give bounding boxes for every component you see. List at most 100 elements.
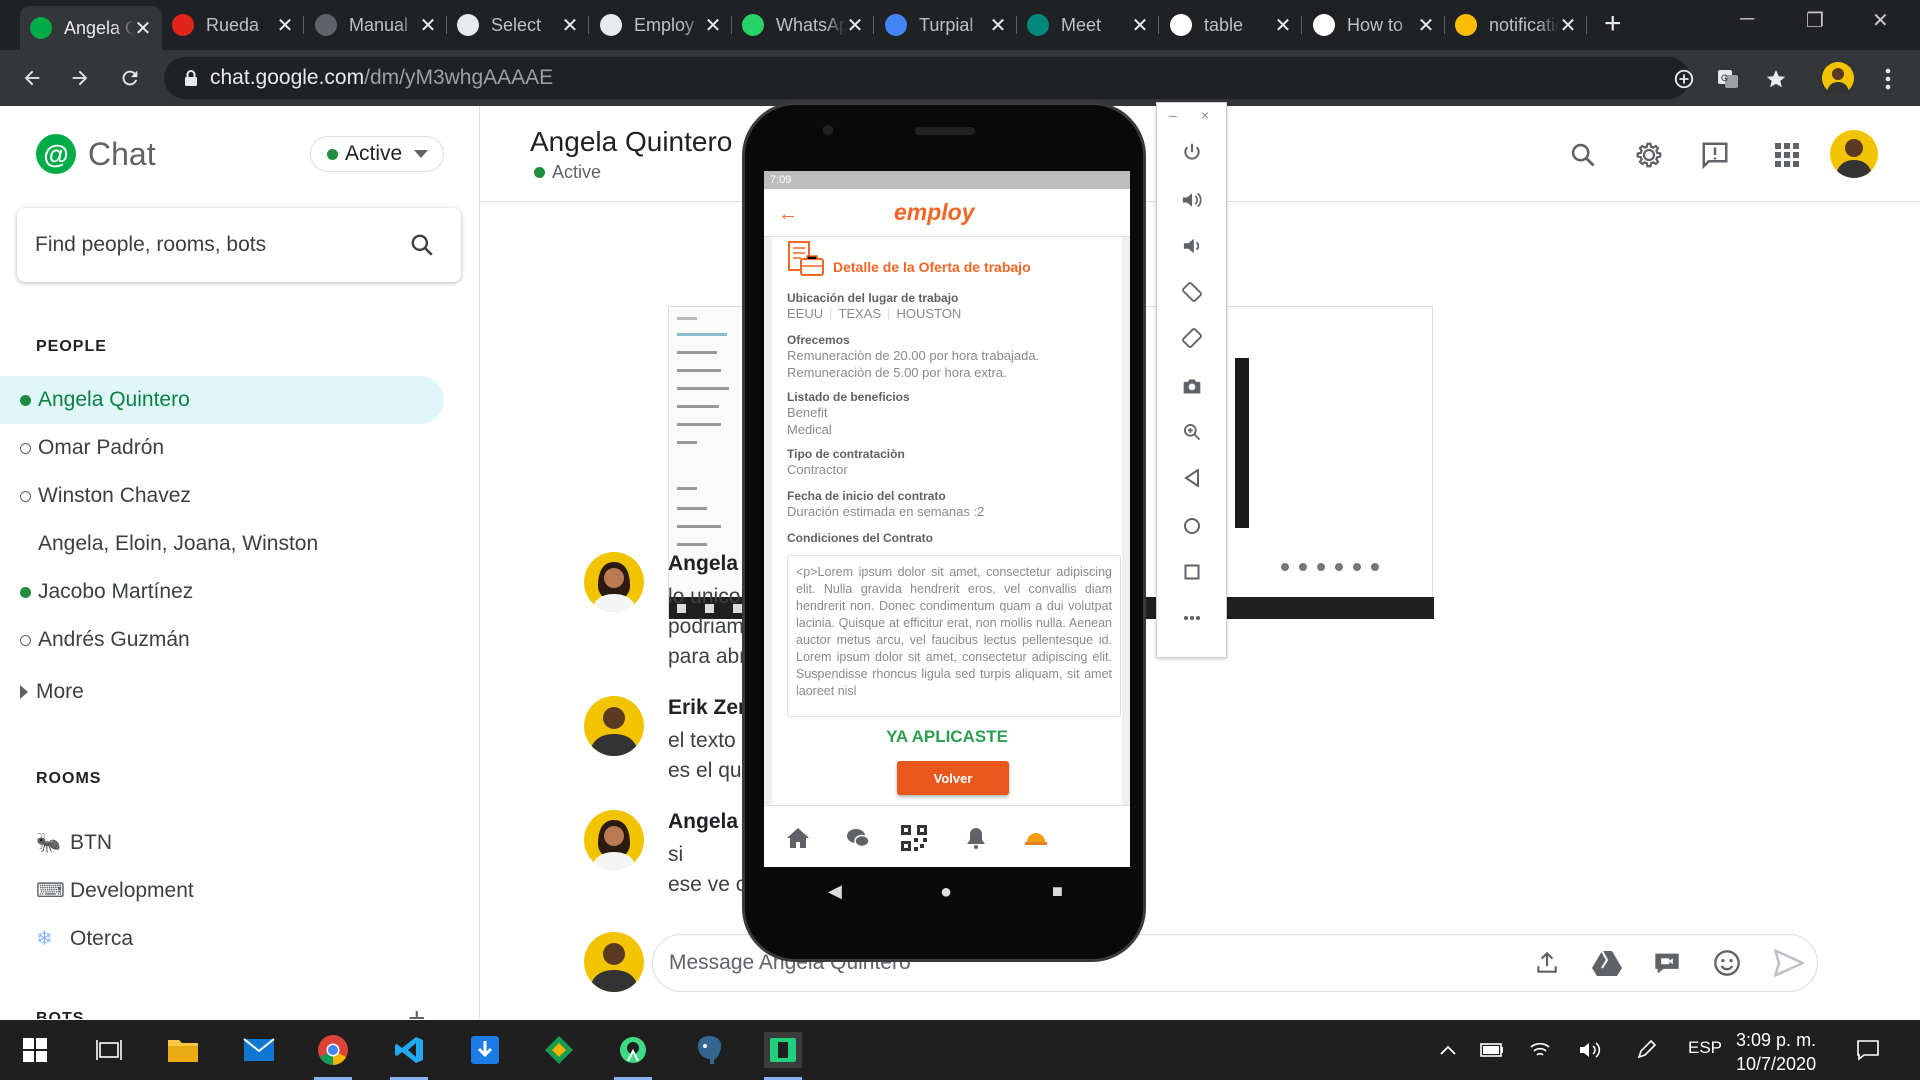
speaker-icon[interactable] <box>1578 1038 1602 1062</box>
feedback-icon[interactable] <box>1698 138 1732 172</box>
close-tab-icon[interactable]: ✕ <box>561 13 579 38</box>
mail-icon[interactable] <box>240 1032 278 1068</box>
sidebar-person[interactable]: Andrés Guzmán <box>0 616 444 664</box>
search-icon[interactable] <box>409 232 435 258</box>
git-kraken-icon[interactable] <box>540 1032 578 1068</box>
install-app-icon[interactable] <box>1670 65 1698 93</box>
wifi-icon[interactable] <box>1528 1038 1552 1062</box>
browser-tab[interactable]: How to ✕ <box>1303 8 1445 42</box>
sidebar-person[interactable]: Winston Chavez <box>0 472 444 520</box>
sidebar-room[interactable]: 🐜 BTN <box>36 830 112 855</box>
more-dots-icon[interactable] <box>1179 605 1205 631</box>
sender-avatar[interactable] <box>584 696 644 756</box>
close-tab-icon[interactable]: ✕ <box>704 13 722 38</box>
task-view-icon[interactable] <box>90 1032 128 1068</box>
android-home-icon[interactable]: ● <box>940 881 952 904</box>
browser-tab[interactable]: Select ✕ <box>447 8 589 42</box>
browser-tab[interactable]: Manual ✕ <box>305 8 447 42</box>
emulator-minimize-icon[interactable]: – <box>1169 107 1177 123</box>
browser-menu-icon[interactable] <box>1874 65 1902 93</box>
camera-icon[interactable] <box>1179 373 1205 399</box>
close-window-button[interactable]: ✕ <box>1872 8 1889 33</box>
close-tab-icon[interactable]: ✕ <box>846 13 864 38</box>
minimize-button[interactable]: ─ <box>1740 8 1754 31</box>
profile-avatar[interactable] <box>1822 62 1854 94</box>
close-tab-icon[interactable]: ✕ <box>134 16 152 41</box>
system-clock[interactable]: 3:09 p. m. 10/7/2020 <box>1736 1028 1816 1076</box>
sidebar-person[interactable]: Angela, Eloin, Joana, Winston <box>0 520 444 568</box>
gear-icon[interactable] <box>1632 138 1666 172</box>
notifications-icon[interactable] <box>1856 1038 1880 1062</box>
android-studio-icon[interactable] <box>614 1032 652 1080</box>
android-back-icon[interactable]: ◀ <box>828 881 842 902</box>
restore-button[interactable]: ❐ <box>1806 8 1824 33</box>
bookmark-star-icon[interactable] <box>1762 65 1790 93</box>
close-tab-icon[interactable]: ✕ <box>1274 13 1292 38</box>
overview-square-icon[interactable] <box>1179 559 1205 585</box>
home-icon[interactable] <box>784 824 812 852</box>
new-tab-button[interactable]: + <box>1604 9 1622 39</box>
back-arrow-icon[interactable]: ← <box>778 203 798 226</box>
vscode-icon[interactable] <box>390 1032 428 1080</box>
apps-grid-icon[interactable] <box>1770 138 1804 172</box>
search-input[interactable]: Find people, rooms, bots <box>17 208 461 282</box>
browser-tab[interactable]: WhatsApp✕ <box>732 8 874 42</box>
back-button[interactable] <box>16 62 48 94</box>
emulator-close-icon[interactable]: × <box>1201 107 1209 123</box>
input-language[interactable]: ESP <box>1688 1038 1722 1058</box>
volume-down-icon[interactable] <box>1179 233 1205 259</box>
sender-avatar[interactable] <box>584 552 644 612</box>
power-icon[interactable] <box>1179 139 1205 165</box>
chat-brand[interactable]: @ Chat <box>36 134 156 174</box>
more-people-toggle[interactable]: More <box>0 668 444 716</box>
sidebar-person[interactable]: Omar Padrón <box>0 424 444 472</box>
emoji-icon[interactable] <box>1712 948 1742 978</box>
add-bot-icon[interactable]: + <box>408 1002 426 1019</box>
browser-tab[interactable]: table ✕ <box>1160 8 1302 42</box>
close-tab-icon[interactable]: ✕ <box>1417 13 1435 38</box>
search-icon[interactable] <box>1566 138 1600 172</box>
chrome-icon[interactable] <box>314 1032 352 1080</box>
address-bar[interactable]: chat.google.com/dm/yM3whgAAAAE <box>164 57 1690 99</box>
bell-icon[interactable] <box>962 824 990 852</box>
rotate-right-icon[interactable] <box>1179 325 1205 351</box>
close-tab-icon[interactable]: ✕ <box>276 13 294 38</box>
account-avatar[interactable] <box>1830 130 1878 178</box>
chat-bubbles-icon[interactable] <box>844 824 872 852</box>
qr-code-icon[interactable] <box>900 824 928 852</box>
windows-start-icon[interactable] <box>16 1032 54 1068</box>
pen-icon[interactable] <box>1634 1038 1658 1062</box>
browser-tab[interactable]: notifications✕ <box>1445 8 1587 42</box>
close-tab-icon[interactable]: ✕ <box>1559 13 1577 38</box>
browser-tab[interactable]: Turpial ✕ <box>875 8 1017 42</box>
postgres-icon[interactable] <box>690 1032 728 1068</box>
video-meeting-icon[interactable] <box>1652 948 1682 978</box>
sidebar-room[interactable]: ❄ Oterca <box>36 926 133 951</box>
reload-button[interactable] <box>114 62 146 94</box>
send-icon[interactable] <box>1774 948 1804 978</box>
browser-tab[interactable]: Meet ✕ <box>1017 8 1159 42</box>
updater-icon[interactable] <box>466 1032 504 1068</box>
back-triangle-icon[interactable] <box>1179 465 1205 491</box>
hard-hat-icon[interactable] <box>1022 824 1050 852</box>
upload-icon[interactable] <box>1532 948 1562 978</box>
show-hidden-icons[interactable] <box>1436 1038 1460 1062</box>
rotate-left-icon[interactable] <box>1179 279 1205 305</box>
close-tab-icon[interactable]: ✕ <box>419 13 437 38</box>
volver-button[interactable]: Volver <box>897 761 1009 795</box>
close-tab-icon[interactable]: ✕ <box>989 13 1007 38</box>
translate-icon[interactable]: G <box>1714 65 1742 93</box>
browser-tab[interactable]: Angela Quintero - Chat✕ <box>20 6 162 50</box>
conversation-title[interactable]: Angela Quintero <box>530 126 732 158</box>
file-explorer-icon[interactable] <box>164 1032 202 1068</box>
sidebar-room[interactable]: ⌨ Development <box>36 878 194 903</box>
volume-up-icon[interactable] <box>1179 187 1205 213</box>
forward-button[interactable] <box>64 62 96 94</box>
conditions-textbox[interactable]: <p>Lorem ipsum dolor sit amet, consectet… <box>787 555 1121 717</box>
battery-icon[interactable] <box>1480 1038 1504 1062</box>
android-recents-icon[interactable]: ■ <box>1052 881 1063 902</box>
sidebar-person[interactable]: Angela Quintero <box>0 376 444 424</box>
browser-tab[interactable]: Employ ✕ <box>590 8 732 42</box>
browser-tab[interactable]: Rueda ✕ <box>162 8 304 42</box>
sender-avatar[interactable] <box>584 810 644 870</box>
